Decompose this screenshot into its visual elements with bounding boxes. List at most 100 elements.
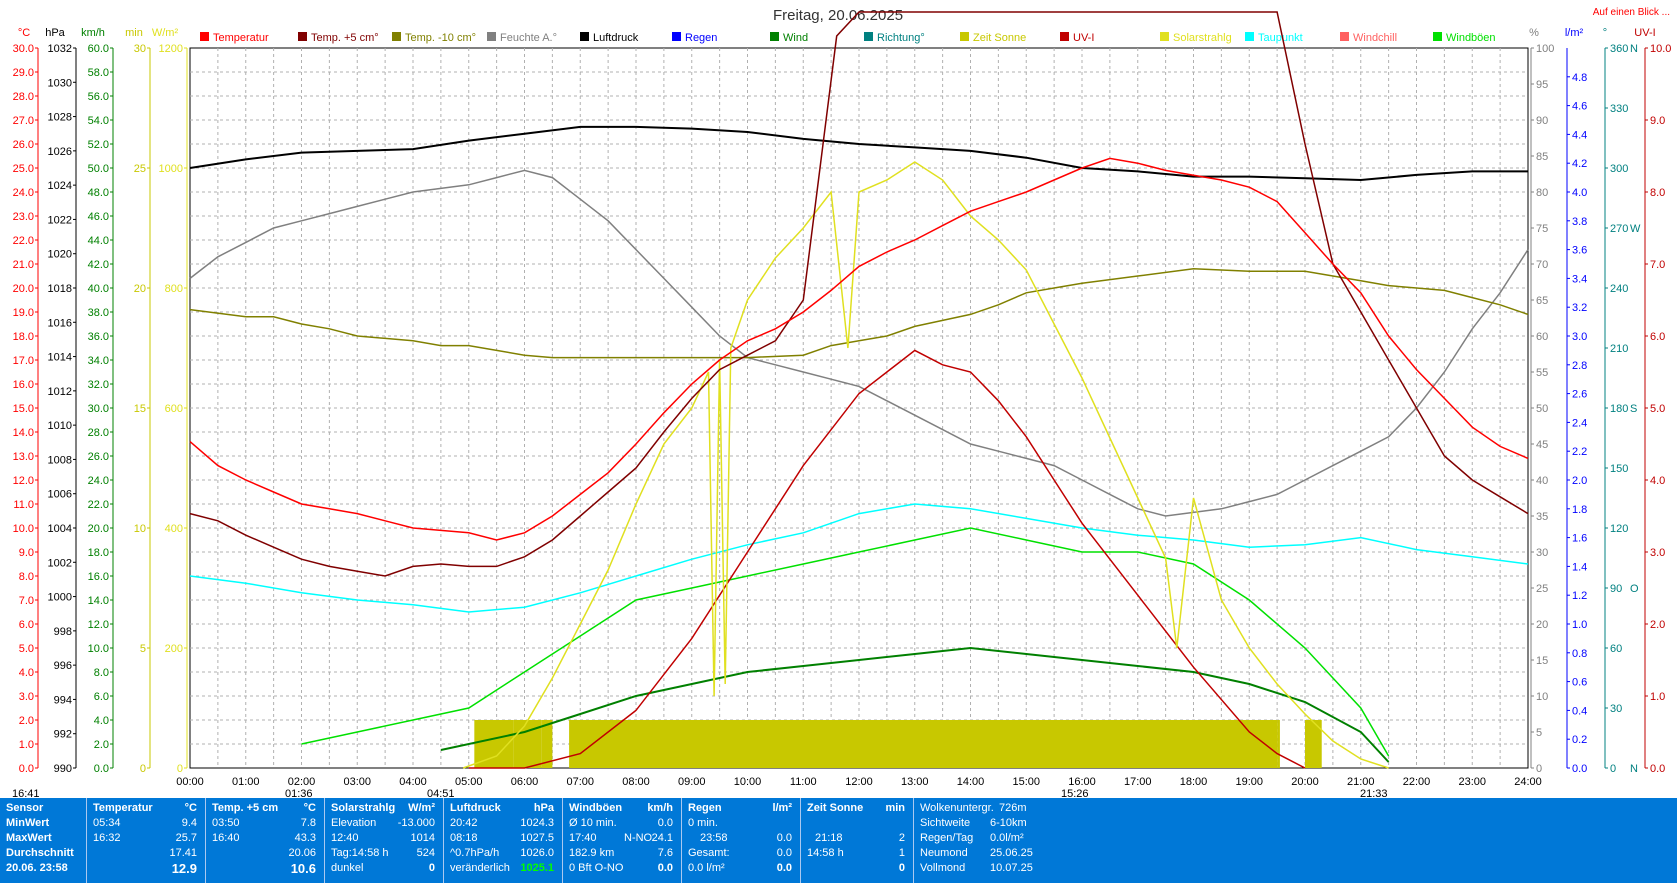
temp5-column: Temp. +5 cm °C 03:50 7.8 16:40 43.3 20.06 1… [206,798,325,883]
gust-avg-label: Ø 10 min. [569,817,617,829]
wind-tick: 2.0 [94,739,109,751]
chart-title: Freitag, 20.06.2025 [773,7,903,24]
humidity-tick: 20 [1536,619,1548,631]
axis-unit: min [125,27,143,39]
solar-max-time: 12:40 [331,832,359,844]
uv-tick: 3.0 [1650,547,1665,559]
temp5-head: Temp. +5 cm [212,802,279,814]
sun-column: Zeit Sonne min 21:18 2 14:58 h 1 0 [801,798,914,883]
direction-tick: 180 [1610,403,1628,415]
legend-label: Temperatur [213,32,269,44]
rain-current: 0.0 [776,862,792,874]
legend-swatch [1160,32,1169,41]
humidity-tick: 10 [1536,691,1548,703]
pressure-tick: 1010 [48,420,72,432]
time-tick: 11:00 [790,776,817,788]
pressure-forecast: veränderlich [450,862,510,874]
rain-unit: l/m² [772,802,792,814]
temp-tick: 14.0 [13,427,34,439]
sensor-column: Sensor MinWert MaxWert Durchschnitt 20.0… [0,798,87,883]
uv-tick: 6.0 [1650,331,1665,343]
temp-tick: 3.0 [19,691,34,703]
rain-tick: 1.8 [1572,504,1587,516]
temp-tick: 0.0 [19,763,34,775]
rain-tick: 0.2 [1572,734,1587,746]
wind-tick: 52.0 [88,139,109,151]
row-min: MinWert [6,817,50,829]
legend-swatch [487,32,496,41]
direction-tick: 60 [1610,643,1622,655]
direction-letter: W [1630,223,1641,235]
gust-max-value: 24.1 [651,832,673,844]
solar-tick: 200 [165,643,183,655]
temp5-max-value: 43.3 [294,832,316,844]
pressure-tick: 1026 [48,146,72,158]
temp-tick: 24.0 [13,187,34,199]
time-axis: 00:00 01:00 02:00 03:00 04:00 05:00 06:00 07:00… [176,776,1542,788]
uv-tick: 1.0 [1650,691,1665,703]
wind-tick: 26.0 [88,451,109,463]
time-tick: 03:00 [343,776,371,788]
rain-tick: 4.8 [1572,72,1587,84]
pressure-tick: 1006 [48,489,72,501]
temp-tick: 4.0 [19,667,34,679]
rain-tick: 3.6 [1572,245,1587,257]
sun-minutes-tick: 30 [134,43,146,55]
legend-swatch [1433,32,1442,41]
solar-tick: 1200 [159,43,183,55]
rain-tick: 2.4 [1572,417,1587,429]
sensor-head: Sensor [6,802,44,814]
axis-unit: UV-I [1634,27,1655,39]
overview-link[interactable]: Auf einen Blick ... [1593,7,1670,18]
legend-label: UV-I [1073,32,1094,44]
markers: 16:41 01:36 04:51 15:26 21:33 [12,788,1388,798]
legend-label: Temp. -10 cm° [405,32,476,44]
pressure-tick: 1012 [48,386,72,398]
temp-tick: 28.0 [13,91,34,103]
info-column: Wolkenuntergr. 726m Sichtweite 6-10km Rege… [914,798,1033,883]
legend-swatch [392,32,401,41]
temp-tick: 8.0 [19,571,34,583]
wind-tick: 12.0 [88,619,109,631]
left-axes: 0.0 1.0 2.0 3.0 4.0 5.0 6.0 7.0 8.0 9.0 10.0 11.0 12… [13,43,188,775]
wind-tick: 48.0 [88,187,109,199]
wind-tick: 38.0 [88,307,109,319]
wind-beaufort: 0 Bft O-NO [569,862,624,874]
temp-tick: 18.0 [13,331,34,343]
pressure-tick: 996 [54,660,72,672]
temp-tick: 17.0 [13,355,34,367]
humidity-tick: 85 [1536,151,1548,163]
humidity-tick: 80 [1536,187,1548,199]
sun-head: Zeit Sonne [807,802,864,814]
sunset-marker: 21:33 [1360,788,1388,798]
uv-tick: 5.0 [1650,403,1665,415]
temp-min-value: 9.4 [181,817,197,829]
humidity-tick: 55 [1536,367,1548,379]
legend-label: Richtung° [877,32,925,44]
rain-tick: 3.4 [1572,273,1587,285]
time-tick: 23:00 [1458,776,1486,788]
legend: Temperatur Temp. +5 cm° Temp. -10 cm° Feuch… [200,32,1496,44]
rain-tick: 3.8 [1572,216,1587,228]
axis-unit: °C [18,27,30,39]
time-tick: 15:00 [1012,776,1040,788]
cloud-base-label: Wolkenuntergr. [920,802,994,814]
sun-max-time: 21:18 [815,832,843,844]
rain-tick: 0.8 [1572,648,1587,660]
wind-tick: 34.0 [88,355,109,367]
gust-avg-value: 0.0 [657,817,673,829]
pressure-min-value: 1024.3 [520,817,554,829]
sun-time-bar [569,720,1278,768]
legend-swatch [1340,32,1349,41]
time-tick: 17:00 [1124,776,1152,788]
legend-swatch [580,32,589,41]
rain-tick: 2.6 [1572,389,1587,401]
rain-tick: 0.6 [1572,677,1587,689]
axis-unit: hPa [45,27,65,39]
direction-tick: 90 [1610,583,1622,595]
full-moon-date: 10.07.25 [990,862,1033,874]
solar-tick: 600 [165,403,183,415]
wind-tick: 36.0 [88,331,109,343]
temp-tick: 20.0 [13,283,34,295]
humidity-tick: 40 [1536,475,1548,487]
